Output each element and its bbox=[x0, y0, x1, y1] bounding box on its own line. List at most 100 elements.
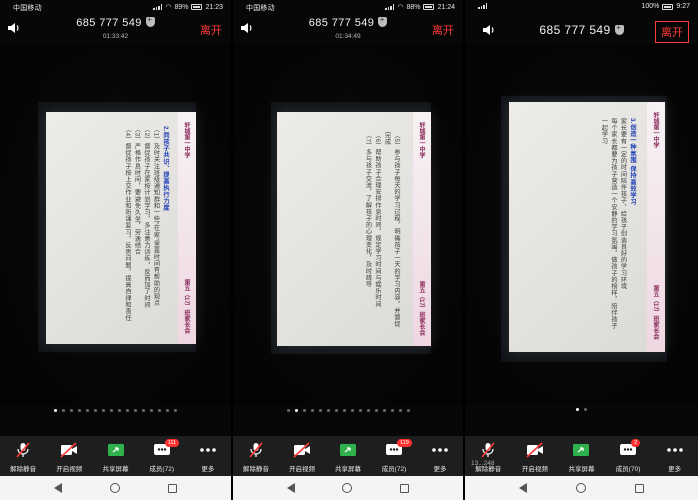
page-dot[interactable] bbox=[78, 409, 81, 412]
signal-icon bbox=[385, 4, 395, 10]
start-video-label: 开启视频 bbox=[521, 466, 548, 473]
page-dot[interactable] bbox=[302, 409, 306, 412]
page-dot[interactable] bbox=[310, 409, 314, 412]
mic-muted-icon bbox=[16, 442, 30, 458]
page-dot[interactable] bbox=[54, 409, 57, 412]
page-dot[interactable] bbox=[398, 409, 402, 412]
slide-line: （1）及时关注班级通知群和一些“在家”里是时间有帮助的观点 bbox=[152, 126, 160, 307]
leave-button[interactable]: 离开 bbox=[432, 22, 454, 38]
share-screen-button[interactable]: 共享屏幕 bbox=[92, 436, 138, 476]
home-icon[interactable] bbox=[110, 483, 120, 493]
home-icon[interactable] bbox=[575, 483, 586, 493]
page-dot[interactable] bbox=[374, 409, 378, 412]
slide-line: 每个家长都要为孩子营造一个安静的学习氛围，做孩子的榜样，陪伴孩子一起学习 bbox=[600, 118, 618, 330]
carrier-label: 中国移动 bbox=[13, 5, 42, 12]
start-video-button[interactable]: 开启视频 bbox=[279, 436, 325, 476]
share-screen-button[interactable]: 共享屏幕 bbox=[325, 436, 371, 476]
participants-button[interactable]: 111 成员(72) bbox=[139, 436, 185, 476]
slide-band-title: 轩城第一中学 bbox=[183, 122, 189, 158]
page-dot[interactable] bbox=[142, 409, 145, 412]
slide-line: （2）督促孩子在家按计划学习，多注意力训练，反而加了时间 bbox=[143, 126, 150, 309]
more-button[interactable]: 更多 bbox=[651, 436, 698, 476]
signal-icon bbox=[478, 3, 487, 9]
page-dot[interactable] bbox=[118, 409, 121, 412]
page-dot[interactable] bbox=[366, 409, 370, 412]
page-dot[interactable] bbox=[126, 409, 129, 412]
unmute-button[interactable]: 解除静音 bbox=[233, 436, 279, 476]
leave-button[interactable]: 离开 bbox=[200, 22, 222, 38]
page-dot[interactable] bbox=[70, 409, 73, 412]
more-icon bbox=[200, 448, 216, 452]
more-label: 更多 bbox=[668, 466, 682, 473]
page-dot[interactable] bbox=[150, 409, 153, 412]
battery-percent: 89% bbox=[174, 3, 189, 11]
page-dot[interactable] bbox=[576, 408, 579, 411]
share-screen-button[interactable]: 共享屏幕 bbox=[558, 436, 605, 476]
battery-icon bbox=[662, 3, 674, 10]
page-dots[interactable] bbox=[0, 409, 231, 412]
home-icon[interactable] bbox=[342, 483, 353, 493]
page-dots[interactable] bbox=[233, 409, 463, 412]
page-dot[interactable] bbox=[390, 409, 394, 412]
participants-label: 成员(72) bbox=[149, 466, 174, 473]
recent-apps-icon[interactable] bbox=[400, 483, 410, 493]
participants-button[interactable]: 2 成员(70) bbox=[605, 436, 652, 476]
shared-video[interactable]: 轩城第一中学 第五（17）班家长会 3.创造一种氛围 保持高效学习 家长要有一定… bbox=[465, 44, 698, 404]
page-dot[interactable] bbox=[110, 409, 113, 412]
page-dot[interactable] bbox=[158, 409, 161, 412]
shared-video[interactable]: 轩城第一中学 第五（17）班家长会 （5）参与孩子每天的学习过程，明确孩子一天的… bbox=[233, 44, 463, 406]
shield-icon bbox=[145, 15, 155, 27]
meeting-screen-1: 中国移动 ◠ 89% 21:23 685 777 549 01:33:42 离开… bbox=[0, 0, 231, 500]
slide: 轩城第一中学 第五（17）班家长会 3.创造一种氛围 保持高效学习 家长要有一定… bbox=[509, 102, 665, 352]
slide-line: （4）督促孩子按上交作业和听课复习，反思问题，提高自律和责任 bbox=[124, 126, 131, 322]
shared-video[interactable]: 轩城第一中学 第五（17）班家长会 2.同孩子共识、提高执行力度 （1）及时关注… bbox=[0, 44, 231, 406]
back-icon[interactable] bbox=[286, 483, 295, 493]
start-video-label: 开启视频 bbox=[56, 466, 83, 473]
page-dot[interactable] bbox=[334, 409, 338, 412]
leave-button[interactable]: 离开 bbox=[655, 21, 689, 43]
page-dot[interactable] bbox=[406, 409, 410, 412]
page-dot[interactable] bbox=[102, 409, 105, 412]
slide-line: （5）参与孩子每天的学习过程，明确孩子一天的学习内容，并督促完成 bbox=[383, 132, 401, 328]
page-dot[interactable] bbox=[382, 409, 386, 412]
back-icon[interactable] bbox=[519, 483, 528, 493]
slide-body: （5）参与孩子每天的学习过程，明确孩子一天的学习内容，并督促完成 （6）帮助孩子… bbox=[363, 132, 401, 328]
page-dot[interactable] bbox=[166, 409, 169, 412]
more-label: 更多 bbox=[433, 466, 447, 473]
page-dots[interactable] bbox=[465, 408, 698, 411]
page-dot[interactable] bbox=[342, 409, 346, 412]
page-dot[interactable] bbox=[62, 409, 65, 412]
participants-badge: 119 bbox=[397, 439, 412, 447]
more-icon bbox=[432, 448, 448, 452]
page-dot[interactable] bbox=[134, 409, 137, 412]
recent-apps-icon[interactable] bbox=[168, 483, 177, 493]
meeting-id[interactable]: 685 777 549 bbox=[233, 15, 463, 29]
page-dot[interactable] bbox=[94, 409, 97, 412]
more-button[interactable]: 更多 bbox=[185, 436, 231, 476]
page-dot[interactable] bbox=[318, 409, 322, 412]
start-video-button[interactable]: 开启视频 bbox=[512, 436, 559, 476]
meeting-header: 685 777 549 01:33:42 离开 bbox=[0, 14, 231, 44]
page-dot[interactable] bbox=[286, 409, 290, 412]
page-dot[interactable] bbox=[86, 409, 89, 412]
start-video-button[interactable]: 开启视频 bbox=[46, 436, 92, 476]
slide-body: 3.创造一种氛围 保持高效学习 家长要有一定的时间陪伴孩子，给孩子创造良好的学习… bbox=[599, 118, 637, 332]
unmute-button[interactable]: 解除静音 bbox=[0, 436, 46, 476]
recent-apps-icon[interactable] bbox=[634, 483, 644, 493]
page-dot[interactable] bbox=[326, 409, 330, 412]
share-screen-icon bbox=[573, 444, 590, 456]
slide: 轩城第一中学 第五（17）班家长会 2.同孩子共识、提高执行力度 （1）及时关注… bbox=[46, 112, 196, 344]
page-dot[interactable] bbox=[294, 409, 298, 412]
unmute-button[interactable]: 解除静音 bbox=[465, 436, 512, 476]
page-dot[interactable] bbox=[358, 409, 362, 412]
more-button[interactable]: 更多 bbox=[417, 436, 463, 476]
participants-badge: 111 bbox=[164, 439, 180, 447]
page-dot[interactable] bbox=[350, 409, 354, 412]
meeting-id[interactable]: 685 777 549 bbox=[0, 15, 231, 29]
back-icon[interactable] bbox=[54, 483, 62, 493]
page-dot[interactable] bbox=[174, 409, 177, 412]
share-screen-icon bbox=[340, 444, 356, 456]
participants-button[interactable]: 119 成员(72) bbox=[371, 436, 417, 476]
page-dot[interactable] bbox=[584, 408, 587, 411]
start-video-label: 开启视频 bbox=[289, 466, 315, 473]
